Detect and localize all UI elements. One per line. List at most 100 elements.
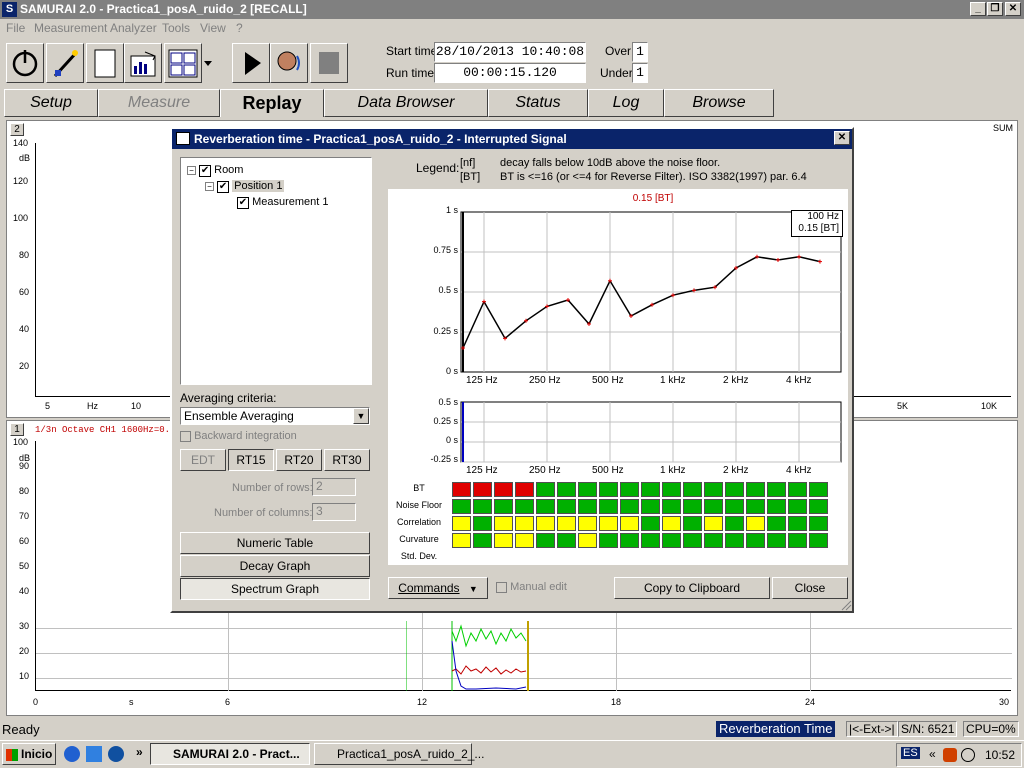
restore-button[interactable]: ❐ [987, 2, 1003, 16]
minimize-button[interactable]: _ [970, 2, 986, 16]
task-practica[interactable]: Practica1_posA_ruido_2_... [314, 743, 484, 765]
x-tick: 5 [45, 401, 51, 411]
rows-spinner[interactable]: 2 [312, 478, 356, 496]
resize-grip-icon[interactable] [840, 599, 852, 611]
checkbox-measurement[interactable]: ✔ [237, 197, 249, 209]
backward-checkbox[interactable] [180, 430, 191, 442]
legend-nf-key: [nf] [460, 157, 476, 169]
media-player-icon[interactable] [108, 746, 124, 762]
new-button[interactable] [86, 43, 124, 83]
menu-file[interactable]: File [6, 21, 25, 35]
chevron-down-icon: ▼ [468, 584, 478, 594]
x-tick: 24 [805, 697, 816, 707]
start-button[interactable]: Inicio [2, 743, 56, 765]
rt30-button[interactable]: RT30 [324, 449, 370, 471]
commands-button[interactable]: Commands ▼ [388, 577, 488, 599]
rt20-button[interactable]: RT20 [276, 449, 322, 471]
tab-status[interactable]: Status [488, 89, 588, 117]
voice-button[interactable] [270, 43, 308, 83]
value-tooltip: 100 Hz 0.15 [BT] [791, 210, 843, 237]
menu-analyzer[interactable]: Analyzer [110, 21, 157, 35]
dropdown-arrow-icon [204, 61, 212, 66]
menu-view[interactable]: View [200, 21, 226, 35]
reverberation-dialog: Reverberation time - Practica1_posA_ruid… [170, 127, 854, 613]
menu-help[interactable]: ? [236, 21, 243, 35]
export-button[interactable] [124, 43, 162, 83]
language-indicator[interactable]: ES [901, 747, 920, 759]
numeric-table-button[interactable]: Numeric Table [180, 532, 370, 554]
layout-dropdown[interactable] [202, 43, 214, 83]
y-tick: 90 [19, 461, 30, 471]
layout-button[interactable] [164, 43, 202, 83]
menu-measurement[interactable]: Measurement [34, 21, 107, 35]
grid-cell [452, 482, 471, 497]
play-button[interactable] [232, 43, 270, 83]
tree-measurement[interactable]: ✔ Measurement 1 [237, 196, 329, 209]
stop-button[interactable] [310, 43, 348, 83]
grid-cell [683, 516, 702, 531]
y-tick: 100 [13, 437, 29, 447]
y-tick: 80 [19, 250, 30, 260]
system-tray: ES « 10:52 [896, 743, 1022, 767]
x-tick: 125 Hz [466, 375, 498, 386]
tab-data-browser[interactable]: Data Browser [324, 89, 488, 117]
y-tick: 0.75 s [433, 245, 458, 255]
chevron-right-icon[interactable]: » [136, 745, 143, 759]
y-tick: 0.5 s [438, 397, 458, 407]
grid-cell [557, 482, 576, 497]
backward-integration[interactable]: Backward integration [180, 430, 297, 442]
copy-clipboard-button[interactable]: Copy to Clipboard [614, 577, 770, 599]
tab-log[interactable]: Log [588, 89, 664, 117]
checkbox-position[interactable]: ✔ [217, 181, 230, 193]
grid-cell [683, 499, 702, 514]
grid-cell [473, 499, 492, 514]
y-unit: dB [19, 153, 31, 163]
decay-graph-button[interactable]: Decay Graph [180, 555, 370, 577]
grid-cell [620, 482, 639, 497]
main-x-labels: 125 Hz 250 Hz 500 Hz 1 kHz 2 kHz 4 kHz [460, 375, 844, 389]
tree-room[interactable]: − ✔ Room [187, 164, 243, 177]
ie-icon[interactable] [64, 746, 80, 762]
task-samurai[interactable]: SAMURAI 2.0 - Pract... [150, 743, 310, 765]
menu-tools[interactable]: Tools [162, 21, 190, 35]
cols-spinner[interactable]: 3 [312, 503, 356, 521]
rt15-button[interactable]: RT15 [228, 449, 274, 471]
grid-row-label: Std. Dev. [400, 551, 438, 561]
tab-setup[interactable]: Setup [4, 89, 98, 117]
grid-cell [473, 533, 492, 548]
grid-cell [704, 482, 723, 497]
close-button[interactable]: ✕ [1005, 2, 1021, 16]
averaging-select[interactable]: Ensemble Averaging ▼ [180, 407, 370, 425]
collapse-icon[interactable]: − [205, 182, 214, 191]
collapse-icon[interactable]: − [187, 166, 196, 175]
manual-edit[interactable]: Manual edit [496, 581, 567, 593]
grid-cell [473, 516, 492, 531]
windows-logo-icon [5, 748, 18, 761]
desktop-icon[interactable] [86, 746, 102, 762]
tray-icon[interactable] [943, 748, 957, 762]
dialog-close-button[interactable]: Close [772, 577, 848, 599]
tree-position[interactable]: − ✔ Position 1 [205, 180, 285, 193]
x-tick: 1 kHz [660, 375, 686, 386]
main-y-labels: 1 s 0.75 s 0.5 s 0.25 s 0 s [388, 203, 458, 383]
grid-cell [536, 516, 555, 531]
x-tick: 2 kHz [723, 465, 749, 476]
grid-cell [788, 499, 807, 514]
tab-measure[interactable]: Measure [98, 89, 220, 117]
dialog-close-icon[interactable]: ✕ [834, 131, 850, 145]
power-button[interactable] [6, 43, 44, 83]
edt-button[interactable]: EDT [180, 449, 226, 471]
clock-icon[interactable] [961, 748, 975, 762]
grid-cell [494, 533, 513, 548]
taskbar: Inicio » SAMURAI 2.0 - Pract... Practica… [0, 740, 1024, 768]
tab-replay[interactable]: Replay [220, 89, 324, 117]
checkbox-room[interactable]: ✔ [199, 165, 212, 177]
spectrum-graph-button[interactable]: Spectrum Graph [180, 578, 370, 600]
chevron-down-icon[interactable]: ▼ [353, 408, 369, 424]
y-tick: -0.25 s [430, 454, 458, 464]
chevron-left-icon[interactable]: « [929, 747, 936, 761]
tab-browse[interactable]: Browse [664, 89, 774, 117]
manual-edit-checkbox[interactable] [496, 581, 507, 593]
commands-label: Commands [398, 581, 460, 595]
wizard-button[interactable] [46, 43, 84, 83]
